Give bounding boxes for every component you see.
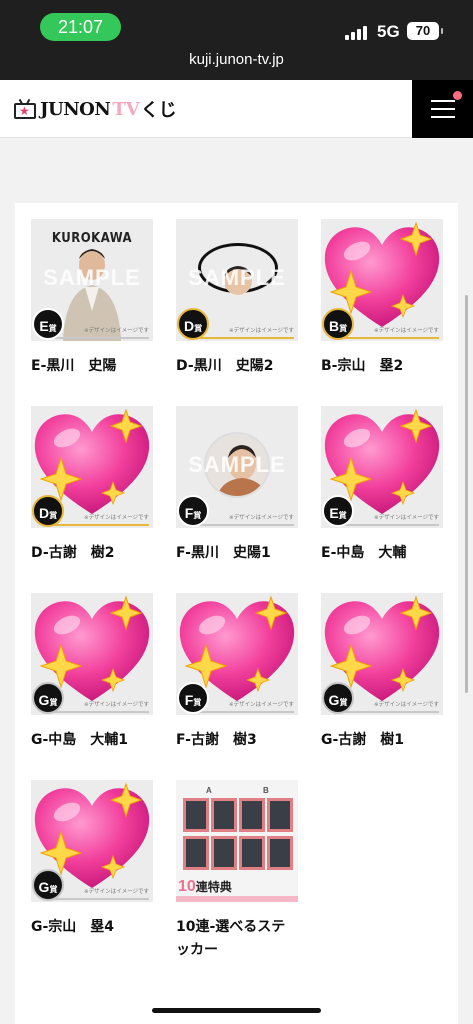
option-b-label: B <box>263 786 269 795</box>
prize-label[interactable]: E-中島 大輔 <box>321 542 443 565</box>
tv-logo-icon: ★ <box>14 98 36 119</box>
prize-grade-badge: D賞 <box>32 495 64 527</box>
logo-kuji: くじ <box>140 100 177 121</box>
prize-card[interactable]: SAMPLE ※デザインはイメージです D賞 D-黒川 史陽2 <box>176 219 298 378</box>
clock[interactable]: 21:07 <box>40 13 121 41</box>
prize-card[interactable]: SAMPLE ※デザインはイメージです F賞 F-古謝 樹3 <box>176 593 298 752</box>
prize-card[interactable]: SAMPLE ※デザインはイメージです G賞 G-古謝 樹1 <box>321 593 443 752</box>
prize-label[interactable]: 10連-選べるステッカー <box>176 916 298 962</box>
sticker-sheet-preview: A B <box>181 786 293 878</box>
url-bar[interactable]: kuji.junon-tv.jp <box>0 48 473 80</box>
prize-thumbnail[interactable]: SAMPLE ※デザインはイメージです B賞 <box>321 219 443 341</box>
prize-label[interactable]: D-古謝 樹2 <box>31 542 153 565</box>
prize-card[interactable]: A B 10連特典 10連-選べるステッカー <box>176 780 298 962</box>
design-note: ※デザインはイメージです <box>84 328 149 334</box>
prize-label[interactable]: B-宗山 塁2 <box>321 355 443 378</box>
prize-card[interactable]: SAMPLE ※デザインはイメージです B賞 B-宗山 塁2 <box>321 219 443 378</box>
sample-watermark: SAMPLE <box>43 265 141 290</box>
battery-icon: 70 <box>407 22 443 40</box>
prize-label[interactable]: F-黒川 史陽1 <box>176 542 298 565</box>
prize-label[interactable]: E-黒川 史陽 <box>31 355 153 378</box>
prize-thumbnail[interactable]: SAMPLE ※デザインはイメージです F賞 <box>176 593 298 715</box>
prize-grade-badge: F賞 <box>177 495 209 527</box>
status-bar: 21:07 5G 70 <box>0 0 473 48</box>
prize-grade-badge: D賞 <box>177 308 209 340</box>
prize-label[interactable]: F-古謝 樹3 <box>176 729 298 752</box>
prize-card[interactable]: KUROKAWA SAMPLE ※デザインはイメージです E賞 E-黒川 史陽 <box>31 219 153 378</box>
notification-dot <box>453 91 462 100</box>
design-note: ※デザインはイメージです <box>229 328 294 334</box>
site-logo[interactable]: ★ JUNON TV くじ <box>14 97 177 121</box>
home-indicator[interactable] <box>152 1008 321 1013</box>
prize-grade-badge: E賞 <box>32 308 64 340</box>
prize-card[interactable]: SAMPLE ※デザインはイメージです F賞 F-黒川 史陽1 <box>176 406 298 565</box>
prize-label[interactable]: G-宗山 塁4 <box>31 916 153 939</box>
design-note: ※デザインはイメージです <box>229 515 294 521</box>
prize-label[interactable]: D-黒川 史陽2 <box>176 355 298 378</box>
network-type: 5G <box>377 22 400 41</box>
prize-thumbnail[interactable]: SAMPLE ※デザインはイメージです D賞 <box>31 406 153 528</box>
prize-card[interactable]: SAMPLE ※デザインはイメージです G賞 G-中島 大輔1 <box>31 593 153 752</box>
site-header: ★ JUNON TV くじ <box>0 80 473 138</box>
prize-card[interactable]: SAMPLE ※デザインはイメージです G賞 G-宗山 塁4 <box>31 780 153 939</box>
sample-watermark: SAMPLE <box>188 265 286 290</box>
scrollbar[interactable] <box>465 295 468 693</box>
prize-thumbnail[interactable]: A B 10連特典 <box>176 780 298 902</box>
prize-label[interactable]: G-中島 大輔1 <box>31 729 153 752</box>
prize-thumbnail[interactable]: SAMPLE ※デザインはイメージです G賞 <box>31 593 153 715</box>
bonus-band <box>176 896 298 902</box>
prize-grade-badge: G賞 <box>32 682 64 714</box>
cellular-signal-icon <box>345 24 371 40</box>
prize-card[interactable]: SAMPLE ※デザインはイメージです E賞 E-中島 大輔 <box>321 406 443 565</box>
prize-grade-badge: G賞 <box>32 869 64 901</box>
hamburger-menu-button[interactable] <box>412 80 473 138</box>
prize-thumbnail[interactable]: SAMPLE ※デザインはイメージです G賞 <box>321 593 443 715</box>
prize-label[interactable]: G-古謝 樹1 <box>321 729 443 752</box>
prize-grade-badge: B賞 <box>322 308 354 340</box>
prize-thumbnail[interactable]: KUROKAWA SAMPLE ※デザインはイメージです E賞 <box>31 219 153 341</box>
bonus-label: 10連特典 <box>178 878 232 895</box>
logo-junon: JUNON <box>40 98 111 120</box>
prize-grade-badge: G賞 <box>322 682 354 714</box>
prize-thumbnail[interactable]: SAMPLE ※デザインはイメージです F賞 <box>176 406 298 528</box>
logo-tv: TV <box>112 98 140 120</box>
prize-thumbnail[interactable]: SAMPLE ※デザインはイメージです D賞 <box>176 219 298 341</box>
option-a-label: A <box>206 786 212 795</box>
sample-watermark: SAMPLE <box>188 452 286 477</box>
prize-thumbnail[interactable]: SAMPLE ※デザインはイメージです E賞 <box>321 406 443 528</box>
prize-card[interactable]: SAMPLE ※デザインはイメージです D賞 D-古謝 樹2 <box>31 406 153 565</box>
prize-grade-badge: E賞 <box>322 495 354 527</box>
prize-thumbnail[interactable]: SAMPLE ※デザインはイメージです G賞 <box>31 780 153 902</box>
prize-grade-badge: F賞 <box>177 682 209 714</box>
